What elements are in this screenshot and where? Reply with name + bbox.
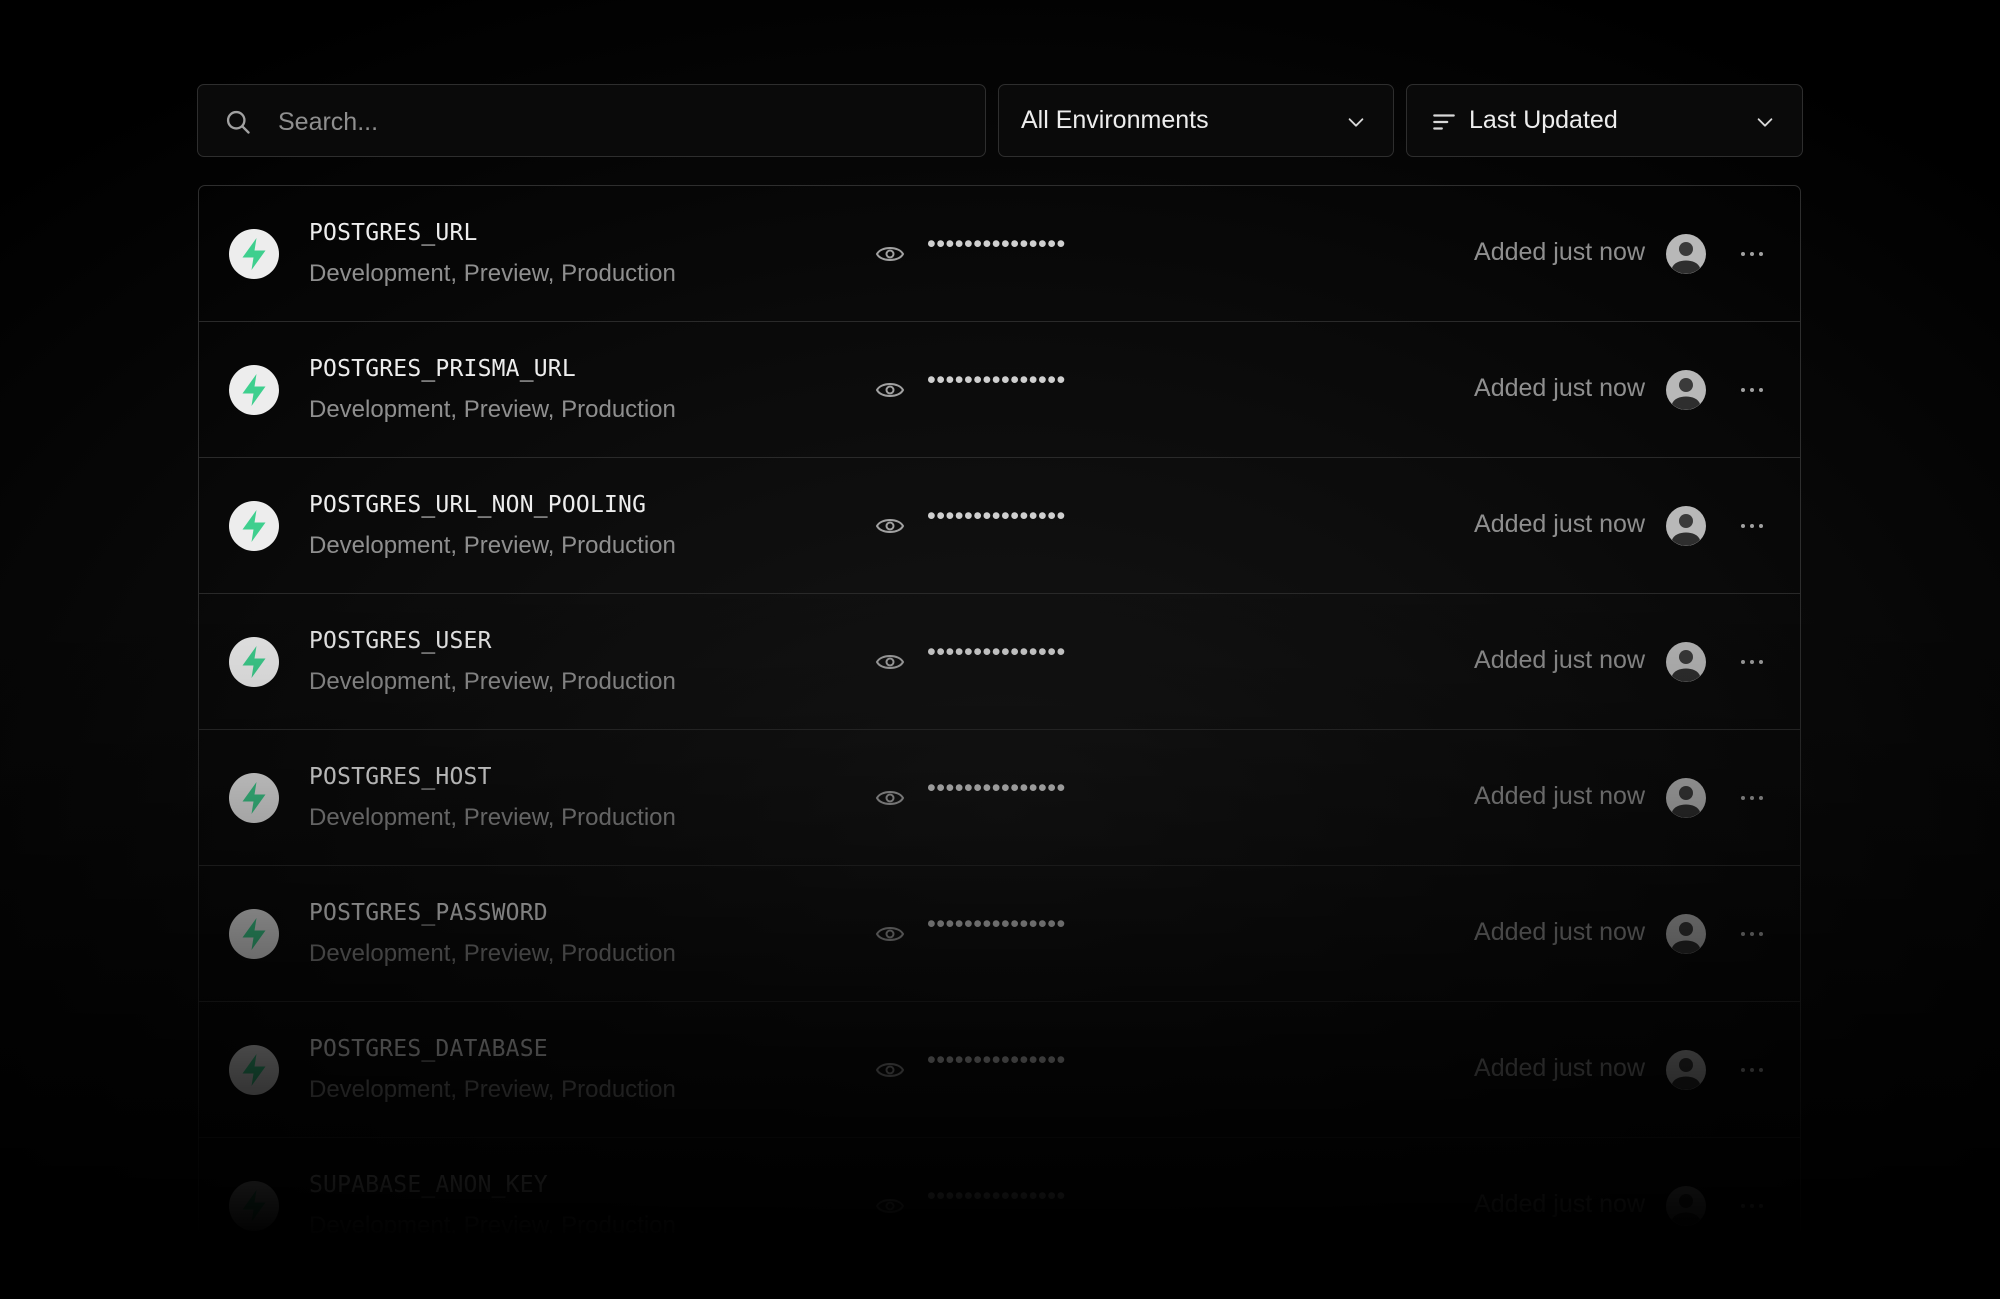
- env-var-updated: Added just now: [1474, 918, 1645, 946]
- eye-icon[interactable]: [875, 1192, 905, 1220]
- more-options-icon[interactable]: [1737, 1055, 1767, 1085]
- env-var-name: SUPABASE_ANON_KEY: [309, 1172, 548, 1198]
- search-input[interactable]: [276, 99, 960, 145]
- eye-icon[interactable]: [875, 240, 905, 268]
- env-var-name: POSTGRES_DATABASE: [309, 1036, 548, 1062]
- env-var-masked-value: •••••••••••••••: [927, 638, 1066, 666]
- avatar: [1666, 778, 1706, 818]
- env-var-masked-value: •••••••••••••••: [927, 1046, 1066, 1074]
- env-var-environments: Development, Preview, Production: [309, 940, 676, 967]
- env-var-row[interactable]: SUPABASE_ANON_KEY Development, Preview, …: [199, 1138, 1800, 1235]
- env-var-updated: Added just now: [1474, 510, 1645, 538]
- env-var-name: POSTGRES_USER: [309, 628, 492, 654]
- supabase-logo-icon: [229, 637, 279, 687]
- env-var-masked-value: •••••••••••••••: [927, 230, 1066, 258]
- supabase-logo-icon: [229, 1181, 279, 1231]
- env-var-row[interactable]: POSTGRES_PRISMA_URL Development, Preview…: [199, 322, 1800, 458]
- env-var-masked-value: •••••••••••••••: [927, 774, 1066, 802]
- env-var-updated: Added just now: [1474, 782, 1645, 810]
- eye-icon[interactable]: [875, 1056, 905, 1084]
- env-var-updated: Added just now: [1474, 1190, 1645, 1218]
- env-var-environments: Development, Preview, Production: [309, 668, 676, 695]
- env-var-row[interactable]: POSTGRES_PASSWORD Development, Preview, …: [199, 866, 1800, 1002]
- environment-select[interactable]: All Environments: [998, 84, 1394, 157]
- env-var-environments: Development, Preview, Production: [309, 260, 676, 287]
- supabase-logo-icon: [229, 773, 279, 823]
- more-options-icon[interactable]: [1737, 1191, 1767, 1221]
- sort-select-label: Last Updated: [1469, 106, 1618, 134]
- env-var-name: POSTGRES_URL: [309, 220, 478, 246]
- env-var-environments: Development, Preview, Production: [309, 532, 676, 559]
- env-var-row[interactable]: POSTGRES_DATABASE Development, Preview, …: [199, 1002, 1800, 1138]
- avatar: [1666, 1186, 1706, 1226]
- more-options-icon[interactable]: [1737, 375, 1767, 405]
- more-options-icon[interactable]: [1737, 919, 1767, 949]
- supabase-logo-icon: [229, 909, 279, 959]
- environment-select-label: All Environments: [1021, 106, 1209, 134]
- search-icon: [226, 110, 250, 134]
- supabase-logo-icon: [229, 365, 279, 415]
- eye-icon[interactable]: [875, 376, 905, 404]
- eye-icon[interactable]: [875, 648, 905, 676]
- supabase-logo-icon: [229, 1045, 279, 1095]
- env-var-row[interactable]: POSTGRES_HOST Development, Preview, Prod…: [199, 730, 1800, 866]
- env-var-name: POSTGRES_PRISMA_URL: [309, 356, 576, 382]
- more-options-icon[interactable]: [1737, 239, 1767, 269]
- avatar: [1666, 914, 1706, 954]
- env-var-row[interactable]: POSTGRES_USER Development, Preview, Prod…: [199, 594, 1800, 730]
- env-vars-screen: All Environments Last Updated POSTGRES_U…: [0, 0, 2000, 1299]
- env-var-environments: Development, Preview, Production: [309, 1212, 676, 1235]
- chevron-down-icon: [1757, 118, 1773, 127]
- more-options-icon[interactable]: [1737, 511, 1767, 541]
- avatar: [1666, 370, 1706, 410]
- env-var-updated: Added just now: [1474, 1054, 1645, 1082]
- env-var-masked-value: •••••••••••••••: [927, 366, 1066, 394]
- toolbar: All Environments Last Updated: [197, 84, 1803, 157]
- env-var-masked-value: •••••••••••••••: [927, 910, 1066, 938]
- eye-icon[interactable]: [875, 920, 905, 948]
- env-var-updated: Added just now: [1474, 374, 1645, 402]
- env-var-name: POSTGRES_HOST: [309, 764, 492, 790]
- env-var-environments: Development, Preview, Production: [309, 804, 676, 831]
- avatar: [1666, 642, 1706, 682]
- more-options-icon[interactable]: [1737, 783, 1767, 813]
- env-var-environments: Development, Preview, Production: [309, 396, 676, 423]
- env-var-updated: Added just now: [1474, 238, 1645, 266]
- more-options-icon[interactable]: [1737, 647, 1767, 677]
- env-var-row[interactable]: POSTGRES_URL Development, Preview, Produ…: [199, 186, 1800, 322]
- sort-lines-icon: [1433, 114, 1455, 130]
- env-var-masked-value: •••••••••••••••: [927, 1182, 1066, 1210]
- chevron-down-icon: [1348, 118, 1364, 127]
- supabase-logo-icon: [229, 229, 279, 279]
- search-box[interactable]: [197, 84, 986, 157]
- env-var-name: POSTGRES_URL_NON_POOLING: [309, 492, 647, 518]
- avatar: [1666, 506, 1706, 546]
- supabase-logo-icon: [229, 501, 279, 551]
- eye-icon[interactable]: [875, 512, 905, 540]
- env-var-row[interactable]: POSTGRES_URL_NON_POOLING Development, Pr…: [199, 458, 1800, 594]
- env-var-name: POSTGRES_PASSWORD: [309, 900, 548, 926]
- env-var-list: POSTGRES_URL Development, Preview, Produ…: [198, 185, 1801, 1235]
- env-var-environments: Development, Preview, Production: [309, 1076, 676, 1103]
- env-var-masked-value: •••••••••••••••: [927, 502, 1066, 530]
- env-var-updated: Added just now: [1474, 646, 1645, 674]
- avatar: [1666, 1050, 1706, 1090]
- sort-select[interactable]: Last Updated: [1406, 84, 1803, 157]
- avatar: [1666, 234, 1706, 274]
- eye-icon[interactable]: [875, 784, 905, 812]
